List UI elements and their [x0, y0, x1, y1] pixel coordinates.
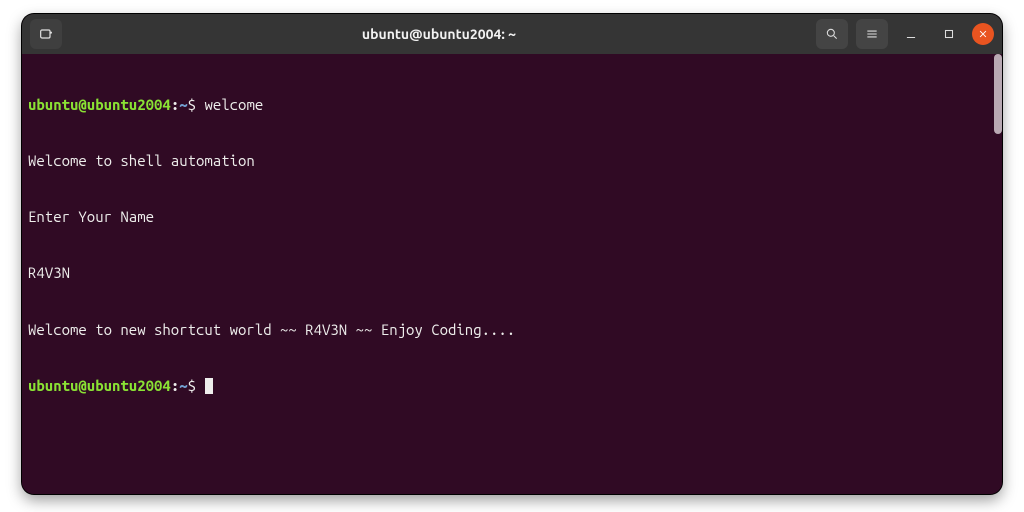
prompt-symbol: $ [188, 96, 196, 113]
window-title: ubuntu@ubuntu2004: ~ [70, 26, 808, 42]
cursor [205, 378, 213, 394]
search-icon [825, 27, 839, 41]
search-button[interactable] [816, 19, 848, 49]
terminal-window: ubuntu@ubuntu2004: ~ [22, 14, 1002, 494]
close-icon [978, 29, 988, 39]
terminal-line: ubuntu@ubuntu2004:~$ [28, 377, 996, 396]
menu-button[interactable] [856, 19, 888, 49]
titlebar: ubuntu@ubuntu2004: ~ [22, 14, 1002, 54]
prompt-user-host: ubuntu@ubuntu2004 [28, 377, 171, 394]
command-text: welcome [204, 96, 263, 113]
new-tab-icon [38, 26, 54, 42]
prompt-user-host: ubuntu@ubuntu2004 [28, 96, 171, 113]
prompt-sep: : [171, 377, 179, 394]
terminal-output: Welcome to shell automation [28, 152, 996, 171]
terminal-body[interactable]: ubuntu@ubuntu2004:~$ welcome Welcome to … [22, 54, 1002, 494]
prompt-sep: : [171, 96, 179, 113]
terminal-output: Welcome to new shortcut world ~~ R4V3N ~… [28, 321, 996, 340]
minimize-button[interactable] [896, 20, 926, 48]
maximize-button[interactable] [934, 20, 964, 48]
scrollbar-thumb[interactable] [994, 54, 1002, 134]
prompt-path: ~ [179, 377, 187, 394]
scrollbar-track[interactable] [994, 54, 1002, 494]
hamburger-icon [865, 27, 879, 41]
terminal-line: ubuntu@ubuntu2004:~$ welcome [28, 96, 996, 115]
prompt-path: ~ [179, 96, 187, 113]
new-tab-button[interactable] [30, 19, 62, 49]
terminal-output: Enter Your Name [28, 208, 996, 227]
terminal-output: R4V3N [28, 264, 996, 283]
minimize-icon [904, 27, 918, 41]
close-button[interactable] [972, 23, 994, 45]
prompt-symbol: $ [188, 377, 196, 394]
maximize-icon [942, 27, 956, 41]
